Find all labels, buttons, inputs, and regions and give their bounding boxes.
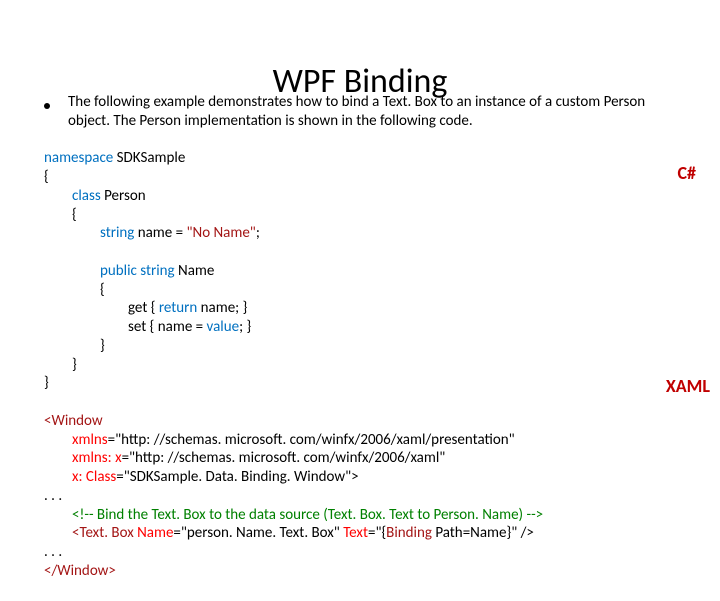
- slide: WPF Binding The following example demons…: [0, 0, 720, 601]
- code-line: ="http: //schemas. microsoft. com/winfx/…: [108, 431, 515, 449]
- csharp-badge: C#: [678, 162, 697, 184]
- code-line: name =: [134, 224, 186, 242]
- code-line: x: Class: [72, 468, 116, 486]
- bullet-dot-icon: [44, 103, 50, 109]
- code-line: }: [72, 356, 77, 374]
- code-line: . . .: [44, 487, 62, 505]
- bullet-text: The following example demonstrates how t…: [68, 93, 690, 131]
- code-line: string: [100, 224, 134, 242]
- code-line: ; }: [239, 318, 251, 336]
- code-line: xmlns: [72, 431, 108, 449]
- code-line: "No Name": [187, 224, 256, 242]
- code-line: {: [44, 168, 49, 186]
- xaml-code-block: <Window xmlns="http: //schemas. microsof…: [44, 393, 690, 581]
- code-line: ="SDKSample. Data. Binding. Window">: [116, 468, 358, 486]
- code-line: public: [100, 262, 137, 280]
- code-line: </Window>: [44, 562, 116, 580]
- code-line: string: [140, 262, 174, 280]
- code-line: ;: [256, 224, 260, 242]
- code-line: xmlns: x: [72, 449, 122, 467]
- code-line: get {: [128, 299, 159, 317]
- code-line: name; }: [197, 299, 247, 317]
- code-line: value: [207, 318, 240, 336]
- code-line: Name: [175, 262, 215, 280]
- code-line: . . .: [44, 543, 62, 561]
- code-line: }: [100, 337, 105, 355]
- bullet-item: The following example demonstrates how t…: [30, 93, 690, 131]
- csharp-code-block: namespace SDKSample { class Person { str…: [44, 131, 690, 394]
- code-line: class: [72, 187, 101, 205]
- code-line: SDKSample: [113, 149, 185, 167]
- code-line: Person: [101, 187, 146, 205]
- code-line: }: [44, 374, 49, 392]
- code-line: <Window: [44, 412, 103, 430]
- code-line: {: [100, 281, 105, 299]
- code-line: return: [159, 299, 197, 317]
- code-line: <!-- Bind the Text. Box to the data sour…: [72, 506, 543, 524]
- code-line: set { name =: [128, 318, 207, 336]
- code-line: {: [72, 206, 77, 224]
- code-line: ="http: //schemas. microsoft. com/winfx/…: [122, 449, 446, 467]
- code-line: namespace: [44, 149, 113, 167]
- xaml-badge: XAML: [666, 375, 710, 397]
